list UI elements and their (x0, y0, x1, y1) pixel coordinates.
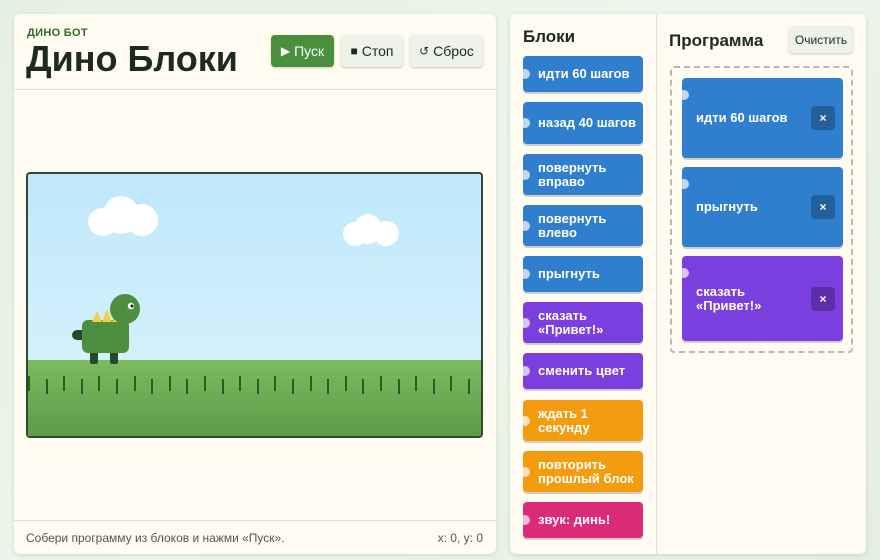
grass-tuft (256, 379, 259, 394)
block-label: сменить цвет (538, 363, 626, 378)
palette-title: Блоки (523, 27, 576, 46)
block-label: сказать «Привет!» (538, 307, 604, 337)
grass-tuft (221, 379, 224, 394)
palette-block[interactable]: повернуть влево (520, 205, 643, 246)
stage-footer: Собери программу из блоков и нажми «Пуск… (14, 520, 496, 554)
clear-button[interactable]: Очистить (789, 26, 853, 53)
block-notch-icon (520, 415, 530, 426)
palette-block[interactable]: звук: динь! (520, 502, 643, 538)
block-label: прыгнуть (696, 199, 758, 214)
reset-button[interactable]: ↺ Сброс (410, 35, 483, 67)
reset-button-label: Сброс (433, 43, 474, 59)
block-label: повернуть вправо (538, 159, 607, 189)
grass-tuft (309, 376, 312, 391)
grass-tuft (80, 379, 83, 394)
play-icon: ▶ (280, 44, 291, 58)
palette-block[interactable]: сменить цвет (520, 353, 643, 389)
block-notch-icon (520, 118, 530, 128)
block-label: повернуть влево (538, 210, 607, 240)
grass-tuft (292, 379, 294, 394)
palette-block[interactable]: повернуть вправо (520, 154, 643, 195)
block-label: назад 40 шагов (538, 115, 636, 130)
block-notch-icon (679, 90, 689, 100)
palette-block[interactable]: ждать 1 секунду (520, 400, 643, 441)
block-label: звук: динь! (538, 512, 611, 527)
block-notch-icon (520, 269, 530, 279)
palette-block[interactable]: назад 40 шагов (520, 102, 643, 144)
grass-tuft (151, 379, 154, 394)
cloud-right (343, 214, 399, 246)
grass-tuft (133, 376, 136, 391)
cloud-left (88, 196, 160, 236)
code-panel: Блоки идти 60 шагов назад 40 шагов повер… (510, 14, 866, 554)
delete-block-icon[interactable]: × (811, 106, 835, 130)
grass-tuft (362, 379, 365, 394)
block-notch-icon (679, 268, 689, 278)
grass-tuft (186, 379, 189, 394)
grass-tuft (168, 376, 171, 391)
grass-tuft (432, 379, 435, 394)
grass-tuft (344, 376, 347, 391)
block-notch-icon (520, 317, 530, 328)
block-notch-icon (520, 220, 530, 231)
grass-tuft (98, 376, 101, 391)
grass-tuft (63, 376, 66, 391)
program-title: Программа (669, 31, 764, 50)
grass-tuft (397, 379, 400, 394)
grass-tuft (45, 379, 48, 394)
grass-tuft (239, 376, 242, 391)
palette-block[interactable]: прыгнуть (520, 256, 643, 292)
coordinates-readout: x: 0, y: 0 (437, 531, 483, 545)
stop-button[interactable]: ■ Стоп (341, 35, 403, 67)
grass-tuft (116, 379, 118, 394)
block-label: прыгнуть (538, 266, 600, 281)
block-label: идти 60 шагов (538, 66, 630, 81)
block-notch-icon (520, 466, 530, 477)
grass-tuft (468, 379, 470, 394)
ground (28, 360, 481, 436)
stage-panel: ДИНО БОТ Дино Блоки ▶ Пуск ■ Стоп ↺ Сбро… (14, 14, 496, 554)
block-notch-icon (520, 366, 530, 376)
grass-tuft (415, 376, 418, 391)
grass-tuft (274, 376, 277, 391)
grass-tuft (204, 376, 206, 391)
block-notch-icon (520, 69, 530, 79)
page-title: Дино Блоки (26, 38, 238, 79)
palette-block[interactable]: повторить прошлый блок (520, 451, 643, 492)
block-label: идти 60 шагов (696, 110, 788, 125)
delete-block-icon[interactable]: × (811, 286, 835, 311)
stop-button-label: Стоп (361, 43, 394, 59)
grass-tuft (450, 376, 453, 391)
status-hint: Собери программу из блоков и нажми «Пуск… (26, 531, 285, 545)
stage-header: ДИНО БОТ Дино Блоки ▶ Пуск ■ Стоп ↺ Сбро… (14, 14, 496, 90)
block-notch-icon (520, 515, 530, 525)
program-block[interactable]: идти 60 шагов × (679, 78, 843, 158)
reset-icon: ↺ (419, 44, 430, 58)
grass-tuft (380, 376, 382, 391)
program-block[interactable]: сказать «Привет!» × (679, 256, 843, 341)
block-label: ждать 1 секунду (538, 405, 590, 435)
program-drop-area[interactable]: идти 60 шагов × прыгнуть × сказать «Прив… (670, 66, 853, 353)
dino-character (72, 294, 140, 364)
block-notch-icon (520, 169, 530, 180)
stop-icon: ■ (350, 44, 358, 58)
grass-tuft (327, 379, 330, 394)
grass-tuft (28, 376, 30, 391)
block-label: повторить прошлый блок (538, 456, 634, 486)
palette-block[interactable]: сказать «Привет!» (520, 302, 643, 343)
program-block[interactable]: прыгнуть × (679, 167, 843, 247)
delete-block-icon[interactable]: × (811, 195, 835, 219)
run-button-label: Пуск (294, 43, 325, 59)
block-notch-icon (679, 179, 689, 189)
stage-canvas (26, 172, 483, 438)
panel-divider (656, 14, 657, 554)
run-button[interactable]: ▶ Пуск (271, 35, 334, 67)
palette-block[interactable]: идти 60 шагов (520, 56, 643, 92)
